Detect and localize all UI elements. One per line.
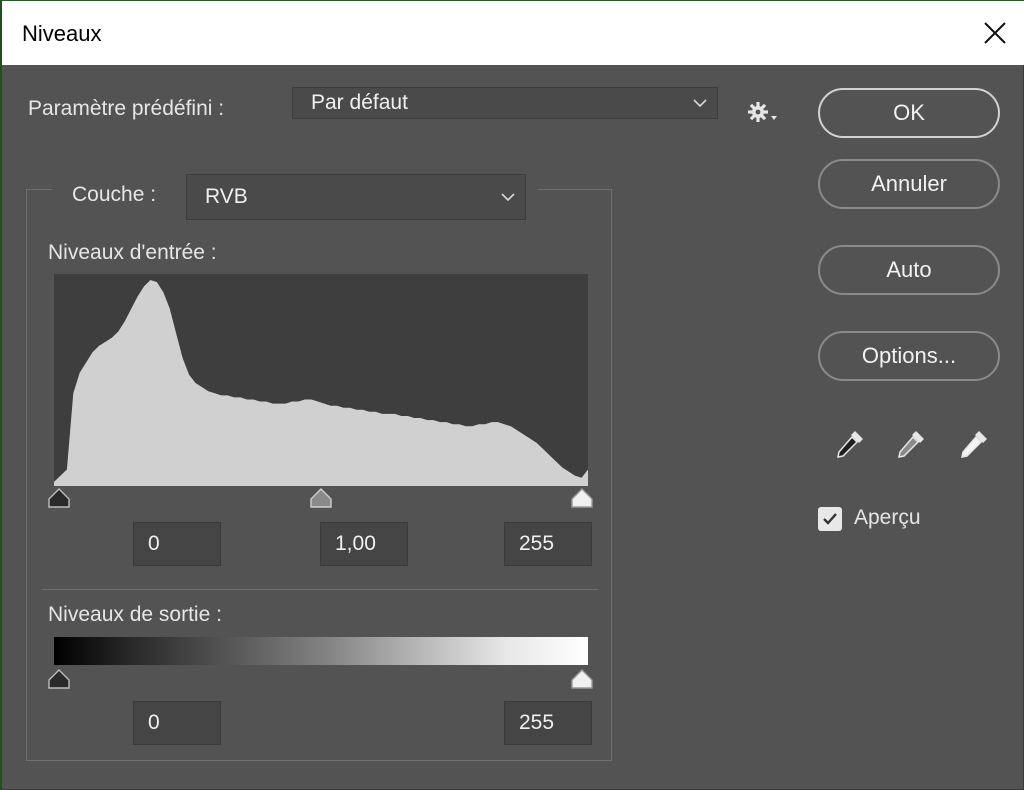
preview-label: Aperçu [854, 506, 921, 529]
options-button[interactable]: Options... [818, 331, 1000, 381]
output-white-slider[interactable] [570, 669, 594, 689]
gear-icon[interactable] [744, 97, 782, 127]
preset-dropdown[interactable]: Par défaut [292, 87, 718, 119]
checkmark-icon [823, 513, 837, 525]
ok-button[interactable]: OK [818, 88, 1000, 138]
output-black-field[interactable]: 0 [133, 701, 221, 745]
gray-point-eyedropper-icon[interactable] [892, 425, 930, 463]
preset-label: Paramètre prédéfini : [28, 97, 225, 120]
preview-checkbox[interactable] [818, 507, 842, 531]
chevron-down-icon [693, 99, 707, 108]
close-button[interactable] [972, 11, 1018, 55]
channel-dropdown[interactable]: RVB [186, 174, 526, 220]
levels-dialog: Niveaux Paramètre prédéfini : Par défaut [0, 0, 1024, 790]
close-icon [984, 22, 1006, 44]
input-black-slider[interactable] [47, 488, 71, 508]
input-white-field[interactable]: 255 [504, 522, 592, 566]
cancel-button[interactable]: Annuler [818, 159, 1000, 209]
output-levels-label: Niveaux de sortie : [48, 603, 222, 626]
input-gamma-field[interactable]: 1,00 [320, 522, 408, 566]
channel-value: RVB [205, 185, 248, 208]
output-black-slider[interactable] [47, 669, 71, 689]
white-point-eyedropper-icon[interactable] [955, 425, 993, 463]
black-point-eyedropper-icon[interactable] [831, 425, 869, 463]
input-gamma-slider[interactable] [309, 488, 333, 508]
input-levels-label: Niveaux d'entrée : [48, 241, 217, 264]
output-white-field[interactable]: 255 [504, 701, 592, 745]
output-gradient-bar [54, 637, 588, 665]
chevron-down-icon [501, 193, 515, 202]
input-black-field[interactable]: 0 [133, 522, 221, 566]
histogram [54, 274, 588, 486]
divider [42, 589, 598, 590]
input-white-slider[interactable] [570, 488, 594, 508]
title-bar: Niveaux [2, 1, 1024, 65]
dialog-title: Niveaux [22, 21, 102, 46]
channel-label: Couche : [72, 183, 157, 206]
auto-button[interactable]: Auto [818, 245, 1000, 295]
preset-value: Par défaut [311, 91, 408, 114]
